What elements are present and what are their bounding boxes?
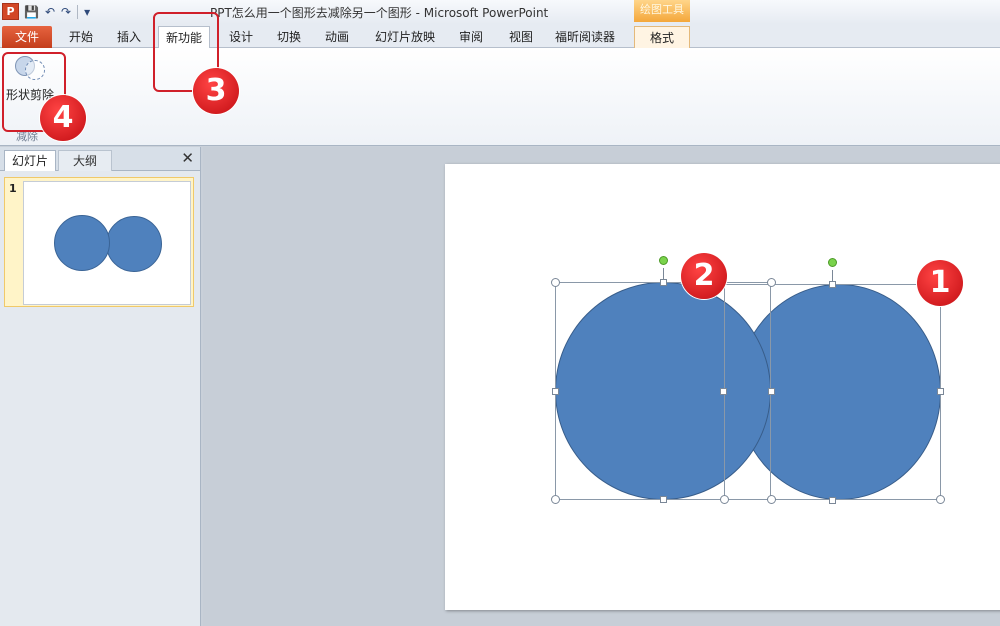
resize-handle[interactable] [552, 388, 559, 395]
resize-handle[interactable] [937, 388, 944, 395]
quick-access-toolbar: 💾 ↶ ↷ ▾ [24, 3, 90, 21]
save-icon[interactable]: 💾 [24, 3, 39, 21]
resize-handle[interactable] [720, 388, 727, 395]
slide-number: 1 [9, 182, 17, 195]
resize-handle[interactable] [767, 278, 776, 287]
rotation-handle-1[interactable] [828, 258, 837, 267]
annotation-badge-1: 1 [917, 260, 963, 306]
tab-animations[interactable]: 动画 [318, 26, 356, 48]
tab-foxit-reader[interactable]: 福昕阅读器 [552, 26, 618, 48]
resize-handle[interactable] [551, 495, 560, 504]
annotation-badge-4: 4 [40, 95, 86, 141]
resize-handle[interactable] [829, 281, 836, 288]
powerpoint-app-icon[interactable]: P [2, 3, 19, 20]
resize-handle[interactable] [720, 495, 729, 504]
resize-handle[interactable] [551, 278, 560, 287]
tab-format[interactable]: 格式 [634, 26, 690, 48]
slide-thumbnail-item[interactable]: 1 [4, 177, 194, 307]
slide-canvas: 2 1 [203, 147, 1000, 626]
panel-tabs: 幻灯片 大纲 ✕ [0, 147, 200, 171]
tab-view[interactable]: 视图 [502, 26, 540, 48]
rotation-handle-2[interactable] [659, 256, 668, 265]
tab-insert[interactable]: 插入 [110, 26, 148, 48]
qat-separator [77, 5, 79, 19]
thumb-circle-left [54, 215, 110, 271]
resize-handle[interactable] [660, 496, 667, 503]
tab-slides[interactable]: 幻灯片 [4, 150, 56, 171]
tab-slideshow[interactable]: 幻灯片放映 [370, 26, 440, 48]
ribbon-panel: 形状剪除 减除 [0, 48, 1000, 146]
resize-handle[interactable] [936, 495, 945, 504]
window-title: PPT怎么用一个图形去减除另一个图形 - Microsoft PowerPoin… [210, 6, 549, 20]
slide-thumbnail[interactable] [23, 181, 191, 305]
resize-handle[interactable] [768, 388, 775, 395]
tab-file[interactable]: 文件 [2, 26, 52, 48]
tab-outline[interactable]: 大纲 [58, 150, 112, 171]
resize-handle[interactable] [660, 279, 667, 286]
customize-icon[interactable]: ▾ [84, 3, 90, 21]
drawing-tools-context-label: 绘图工具 [634, 0, 690, 22]
tab-transitions[interactable]: 切换 [270, 26, 308, 48]
title-bar: P 💾 ↶ ↷ ▾ PPT怎么用一个图形去减除另一个图形 - Microsoft… [0, 0, 1000, 24]
slides-panel: 幻灯片 大纲 ✕ 1 [0, 147, 201, 626]
ribbon-tabs: 文件 开始 插入 新功能 设计 切换 动画 幻灯片放映 审阅 视图 福昕阅读器 … [0, 24, 1000, 48]
resize-handle[interactable] [767, 495, 776, 504]
annotation-badge-3: 3 [193, 68, 239, 114]
tab-home[interactable]: 开始 [62, 26, 100, 48]
tab-review[interactable]: 审阅 [452, 26, 490, 48]
annotation-badge-2: 2 [681, 253, 727, 299]
resize-handle[interactable] [829, 497, 836, 504]
undo-icon[interactable]: ↶ [45, 3, 55, 21]
slide-page[interactable]: 2 1 [445, 164, 1000, 610]
close-icon[interactable]: ✕ [181, 149, 194, 167]
thumb-circle-right [106, 216, 162, 272]
selection-box-circle-1 [724, 284, 941, 500]
redo-icon[interactable]: ↷ [61, 3, 71, 21]
tab-design[interactable]: 设计 [222, 26, 260, 48]
